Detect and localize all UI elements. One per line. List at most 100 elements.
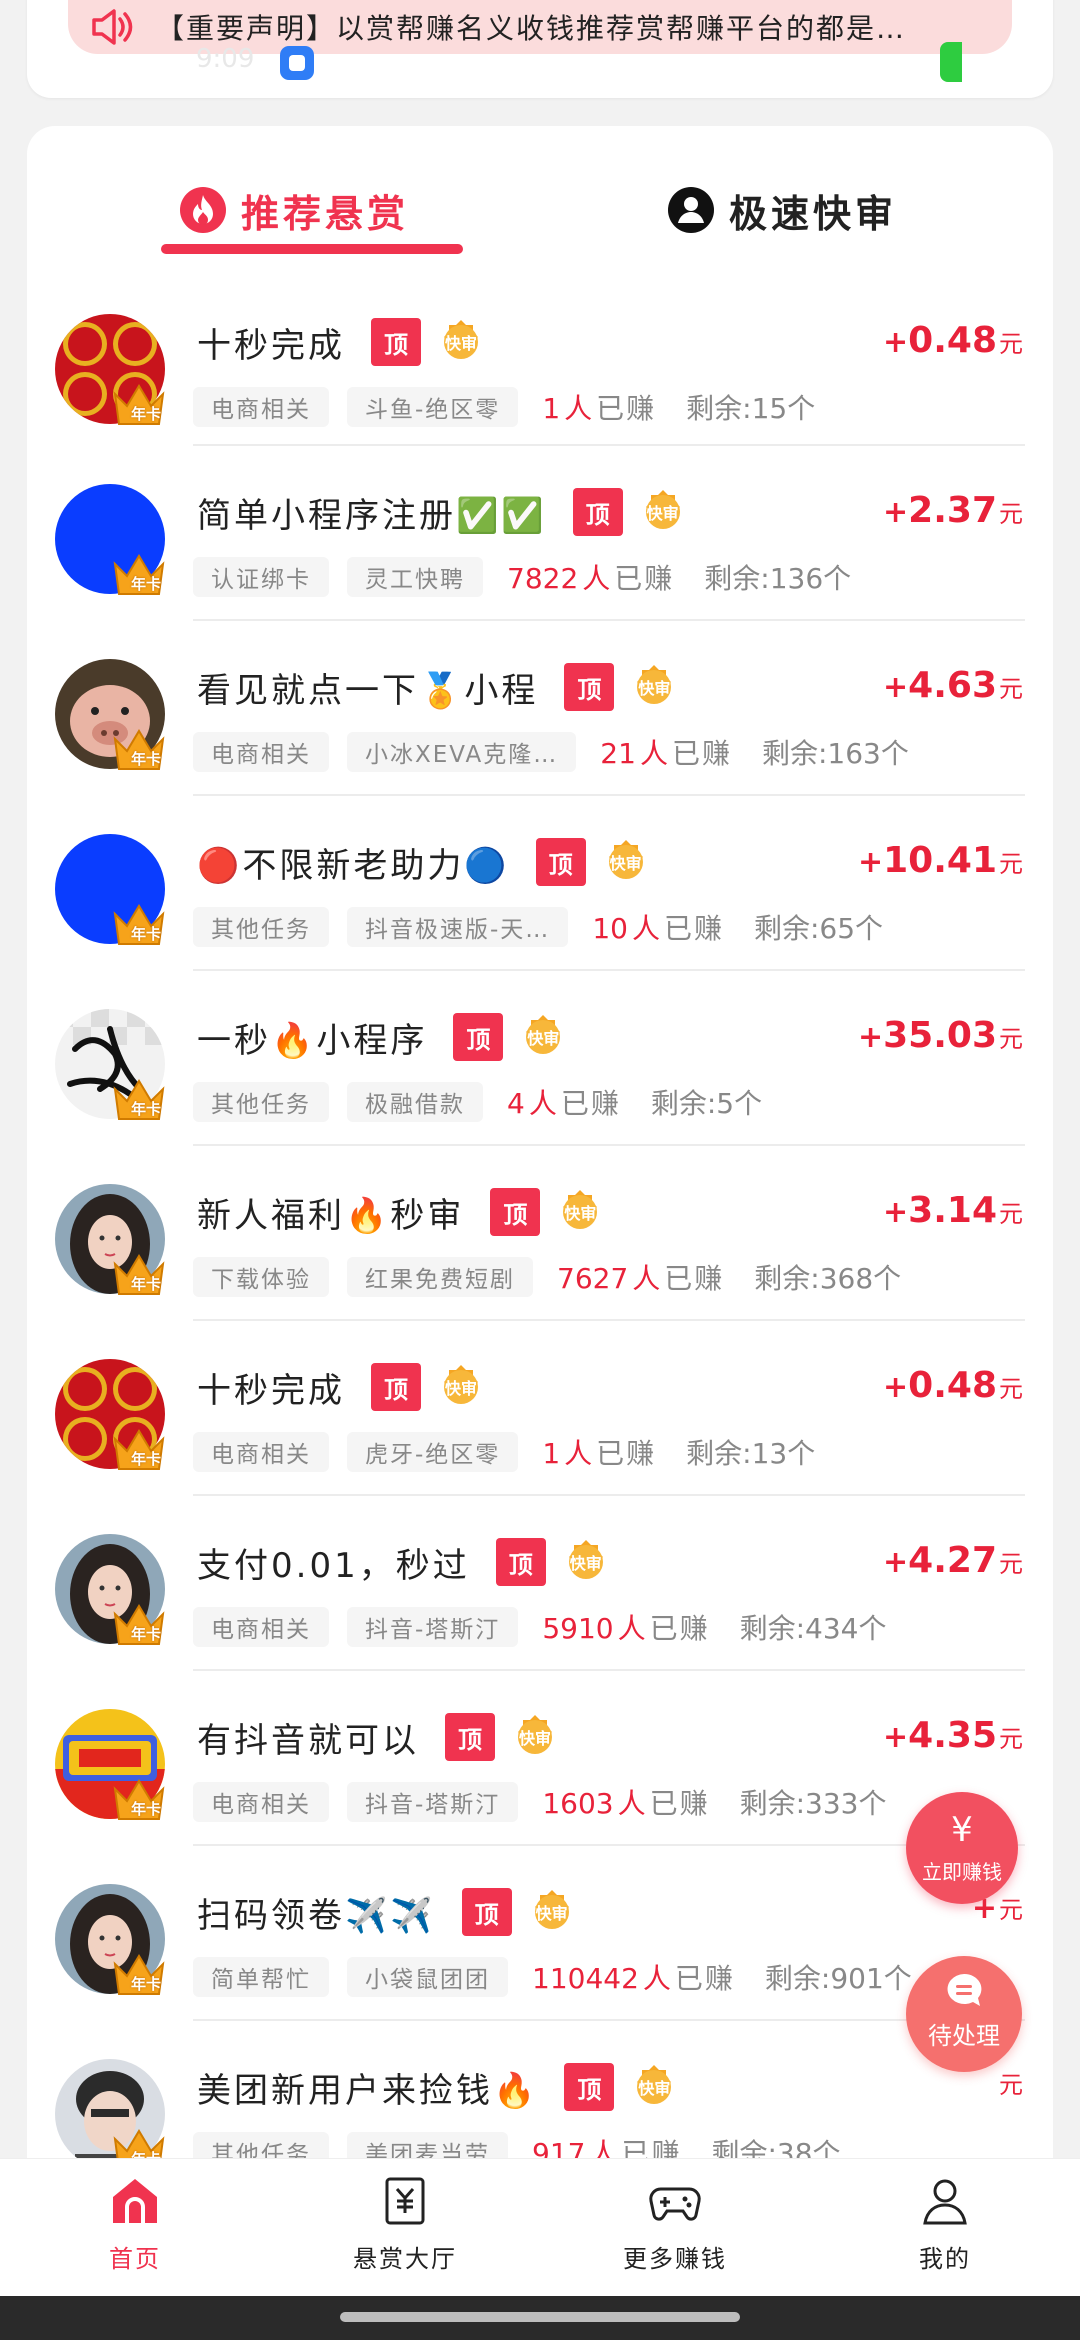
tab-recommended[interactable]: 推荐悬赏 [179, 178, 409, 242]
nav-home[interactable]: 首页 [0, 2159, 270, 2297]
fast-review-label: 快审 [609, 854, 642, 873]
task-row[interactable]: 年卡 扫码领卷✈️✈️ 顶 快审 + 元 简单帮忙 小袋鼠团团 110442 人… [27, 1846, 1053, 2021]
task-reward: 元 [997, 2065, 1023, 2100]
fast-review-badge: 快审 [602, 838, 650, 886]
task-title: 简单小程序注册✅✅ [197, 495, 547, 536]
fast-review-badge: 快审 [528, 1888, 576, 1936]
vip-card-badge: 年卡 [130, 1975, 161, 1993]
fast-review-badge: 快审 [639, 488, 687, 536]
task-row[interactable]: 年卡 🔴不限新老助力🔵 顶 快审 + 10.41 元 其他任务 抖音极速版-天…… [27, 796, 1053, 971]
earned-label: 已赚 [614, 562, 675, 595]
tab-bar: 推荐悬赏 极速快审 [27, 126, 1053, 276]
nav-label: 更多赚钱 [623, 2245, 727, 2273]
reward-amount: 3.14 [908, 1190, 997, 1231]
earned-number: 1603 [542, 1787, 614, 1820]
fast-review-label: 快审 [444, 334, 477, 353]
task-meta: 其他任务 极融借款 4 人 已赚 剩余:5个 [193, 1081, 762, 1123]
reward-unit: 元 [999, 850, 1023, 878]
avatar: 年卡 [55, 659, 165, 770]
remaining-count: 剩余:65个 [753, 912, 884, 945]
source-tag: 抖音-塔斯汀 [347, 1782, 519, 1822]
category-tag: 电商相关 [193, 1782, 329, 1822]
task-meta: 电商相关 抖音-塔斯汀 5910 人 已赚 剩余:434个 [193, 1606, 887, 1648]
earned-number: 7627 [557, 1262, 629, 1295]
vip-card-badge: 年卡 [130, 575, 161, 593]
fast-review-badge: 快审 [519, 1013, 567, 1061]
tab-fast-review[interactable]: 极速快审 [667, 178, 897, 242]
fast-review-label: 快审 [638, 679, 671, 698]
home-gesture-handle[interactable] [340, 2312, 740, 2322]
earn-now-button[interactable]: ¥ 立即赚钱 [906, 1792, 1018, 1904]
tab-label: 推荐悬赏 [241, 191, 410, 236]
task-meta: 下载体验 红果免费短剧 7627 人 已赚 剩余:368个 [193, 1256, 901, 1298]
earned-label: 已赚 [596, 392, 657, 425]
fast-review-label: 快审 [527, 1029, 560, 1048]
nav-bounty-hall[interactable]: 悬赏大厅 [270, 2159, 540, 2297]
reward-unit: 元 [999, 2071, 1023, 2099]
yen-icon: ¥ [951, 1810, 973, 1850]
task-reward: + 0.48 元 [883, 320, 1023, 361]
category-tag: 下载体验 [193, 1257, 329, 1297]
remaining-count: 剩余:163个 [761, 737, 909, 770]
task-list-card: 推荐悬赏 极速快审 年卡 十秒完成 顶 快审 + 0.48 元 电商相关 斗鱼-… [27, 126, 1053, 2226]
task-row[interactable]: 年卡 简单小程序注册✅✅ 顶 快审 + 2.37 元 认证绑卡 灵工快聘 782… [27, 446, 1053, 621]
nav-more-earn[interactable]: 更多赚钱 [540, 2159, 810, 2297]
task-title: 有抖音就可以 [197, 1720, 419, 1761]
earned-number: 7822 [507, 562, 579, 595]
task-title-line: 🔴不限新老助力🔵 顶 快审 [197, 836, 650, 888]
avatar: 年卡 [55, 1534, 165, 1645]
earned-number: 1 [542, 1437, 561, 1470]
avatar: 年卡 [55, 834, 165, 945]
task-title-line: 美团新用户来捡钱🔥 顶 快审 [197, 2061, 678, 2113]
reward-amount: 35.03 [883, 1015, 997, 1056]
earned-unit: 人 [631, 912, 660, 945]
task-title-line: 有抖音就可以 顶 快审 [197, 1711, 559, 1763]
reward-amount: 0.48 [908, 320, 997, 361]
tab-label: 极速快审 [729, 191, 898, 236]
nav-profile[interactable]: 我的 [810, 2159, 1080, 2297]
task-row[interactable]: 年卡 新人福利🔥秒审 顶 快审 + 3.14 元 下载体验 红果免费短剧 762… [27, 1146, 1053, 1321]
vip-card-badge: 年卡 [130, 750, 161, 768]
earned-label: 已赚 [671, 737, 732, 770]
source-tag: 抖音-塔斯汀 [347, 1607, 519, 1647]
task-row[interactable]: 年卡 一秒🔥小程序 顶 快审 + 35.03 元 其他任务 极融借款 4 人 已… [27, 971, 1053, 1146]
top-badge: 顶 [495, 1538, 546, 1586]
nav-label: 悬赏大厅 [353, 2245, 457, 2273]
task-title-line: 新人福利🔥秒审 顶 快审 [197, 1186, 604, 1238]
earned-count: 7822 人 已赚 [507, 557, 674, 597]
reward-amount: 2.37 [908, 490, 997, 531]
task-row[interactable]: 年卡 有抖音就可以 顶 快审 + 4.35 元 电商相关 抖音-塔斯汀 1603… [27, 1671, 1053, 1846]
task-list: 年卡 十秒完成 顶 快审 + 0.48 元 电商相关 斗鱼-绝区零 1 人 已赚… [27, 276, 1053, 2196]
earned-count: 5910 人 已赚 [542, 1607, 709, 1647]
reward-unit: 元 [999, 675, 1023, 703]
reward-amount: 4.27 [908, 1540, 997, 1581]
task-meta: 电商相关 斗鱼-绝区零 1 人 已赚 剩余:15个 [193, 386, 815, 428]
task-row[interactable]: 年卡 十秒完成 顶 快审 + 0.48 元 电商相关 虎牙-绝区零 1 人 已赚… [27, 1321, 1053, 1496]
earned-label: 已赚 [649, 1612, 710, 1645]
top-badge: 顶 [564, 663, 615, 711]
source-tag: 灵工快聘 [347, 557, 483, 597]
avatar: 年卡 [55, 1009, 165, 1120]
earned-label: 已赚 [649, 1787, 710, 1820]
task-row[interactable]: 年卡 十秒完成 顶 快审 + 0.48 元 电商相关 斗鱼-绝区零 1 人 已赚… [27, 276, 1053, 446]
task-reward: + 4.63 元 [883, 665, 1023, 706]
reward-amount: 4.35 [908, 1715, 997, 1756]
remaining-count: 剩余:5个 [650, 1087, 763, 1120]
task-row[interactable]: 年卡 看见就点一下🏅小程 顶 快审 + 4.63 元 电商相关 小冰XEVA克隆… [27, 621, 1053, 796]
category-tag: 认证绑卡 [193, 557, 329, 597]
chat-bubble-icon [947, 1973, 982, 2006]
task-title: 🔴不限新老助力🔵 [197, 845, 510, 886]
remaining-count: 剩余:434个 [739, 1612, 887, 1645]
top-badge: 顶 [453, 1013, 504, 1061]
top-badge: 顶 [461, 1888, 512, 1936]
earned-unit: 人 [564, 1437, 593, 1470]
remaining-count: 剩余:333个 [739, 1787, 887, 1820]
task-title: 新人福利🔥秒审 [197, 1195, 465, 1236]
nav-label: 我的 [919, 2245, 971, 2273]
task-title: 一秒🔥小程序 [197, 1020, 428, 1061]
task-row[interactable]: 年卡 支付0.01，秒过 顶 快审 + 4.27 元 电商相关 抖音-塔斯汀 5… [27, 1496, 1053, 1671]
task-meta: 认证绑卡 灵工快聘 7822 人 已赚 剩余:136个 [193, 556, 851, 598]
reward-sign: + [857, 1020, 884, 1055]
pending-button[interactable]: 待处理 [906, 1956, 1022, 2072]
task-title: 看见就点一下🏅小程 [197, 670, 539, 711]
